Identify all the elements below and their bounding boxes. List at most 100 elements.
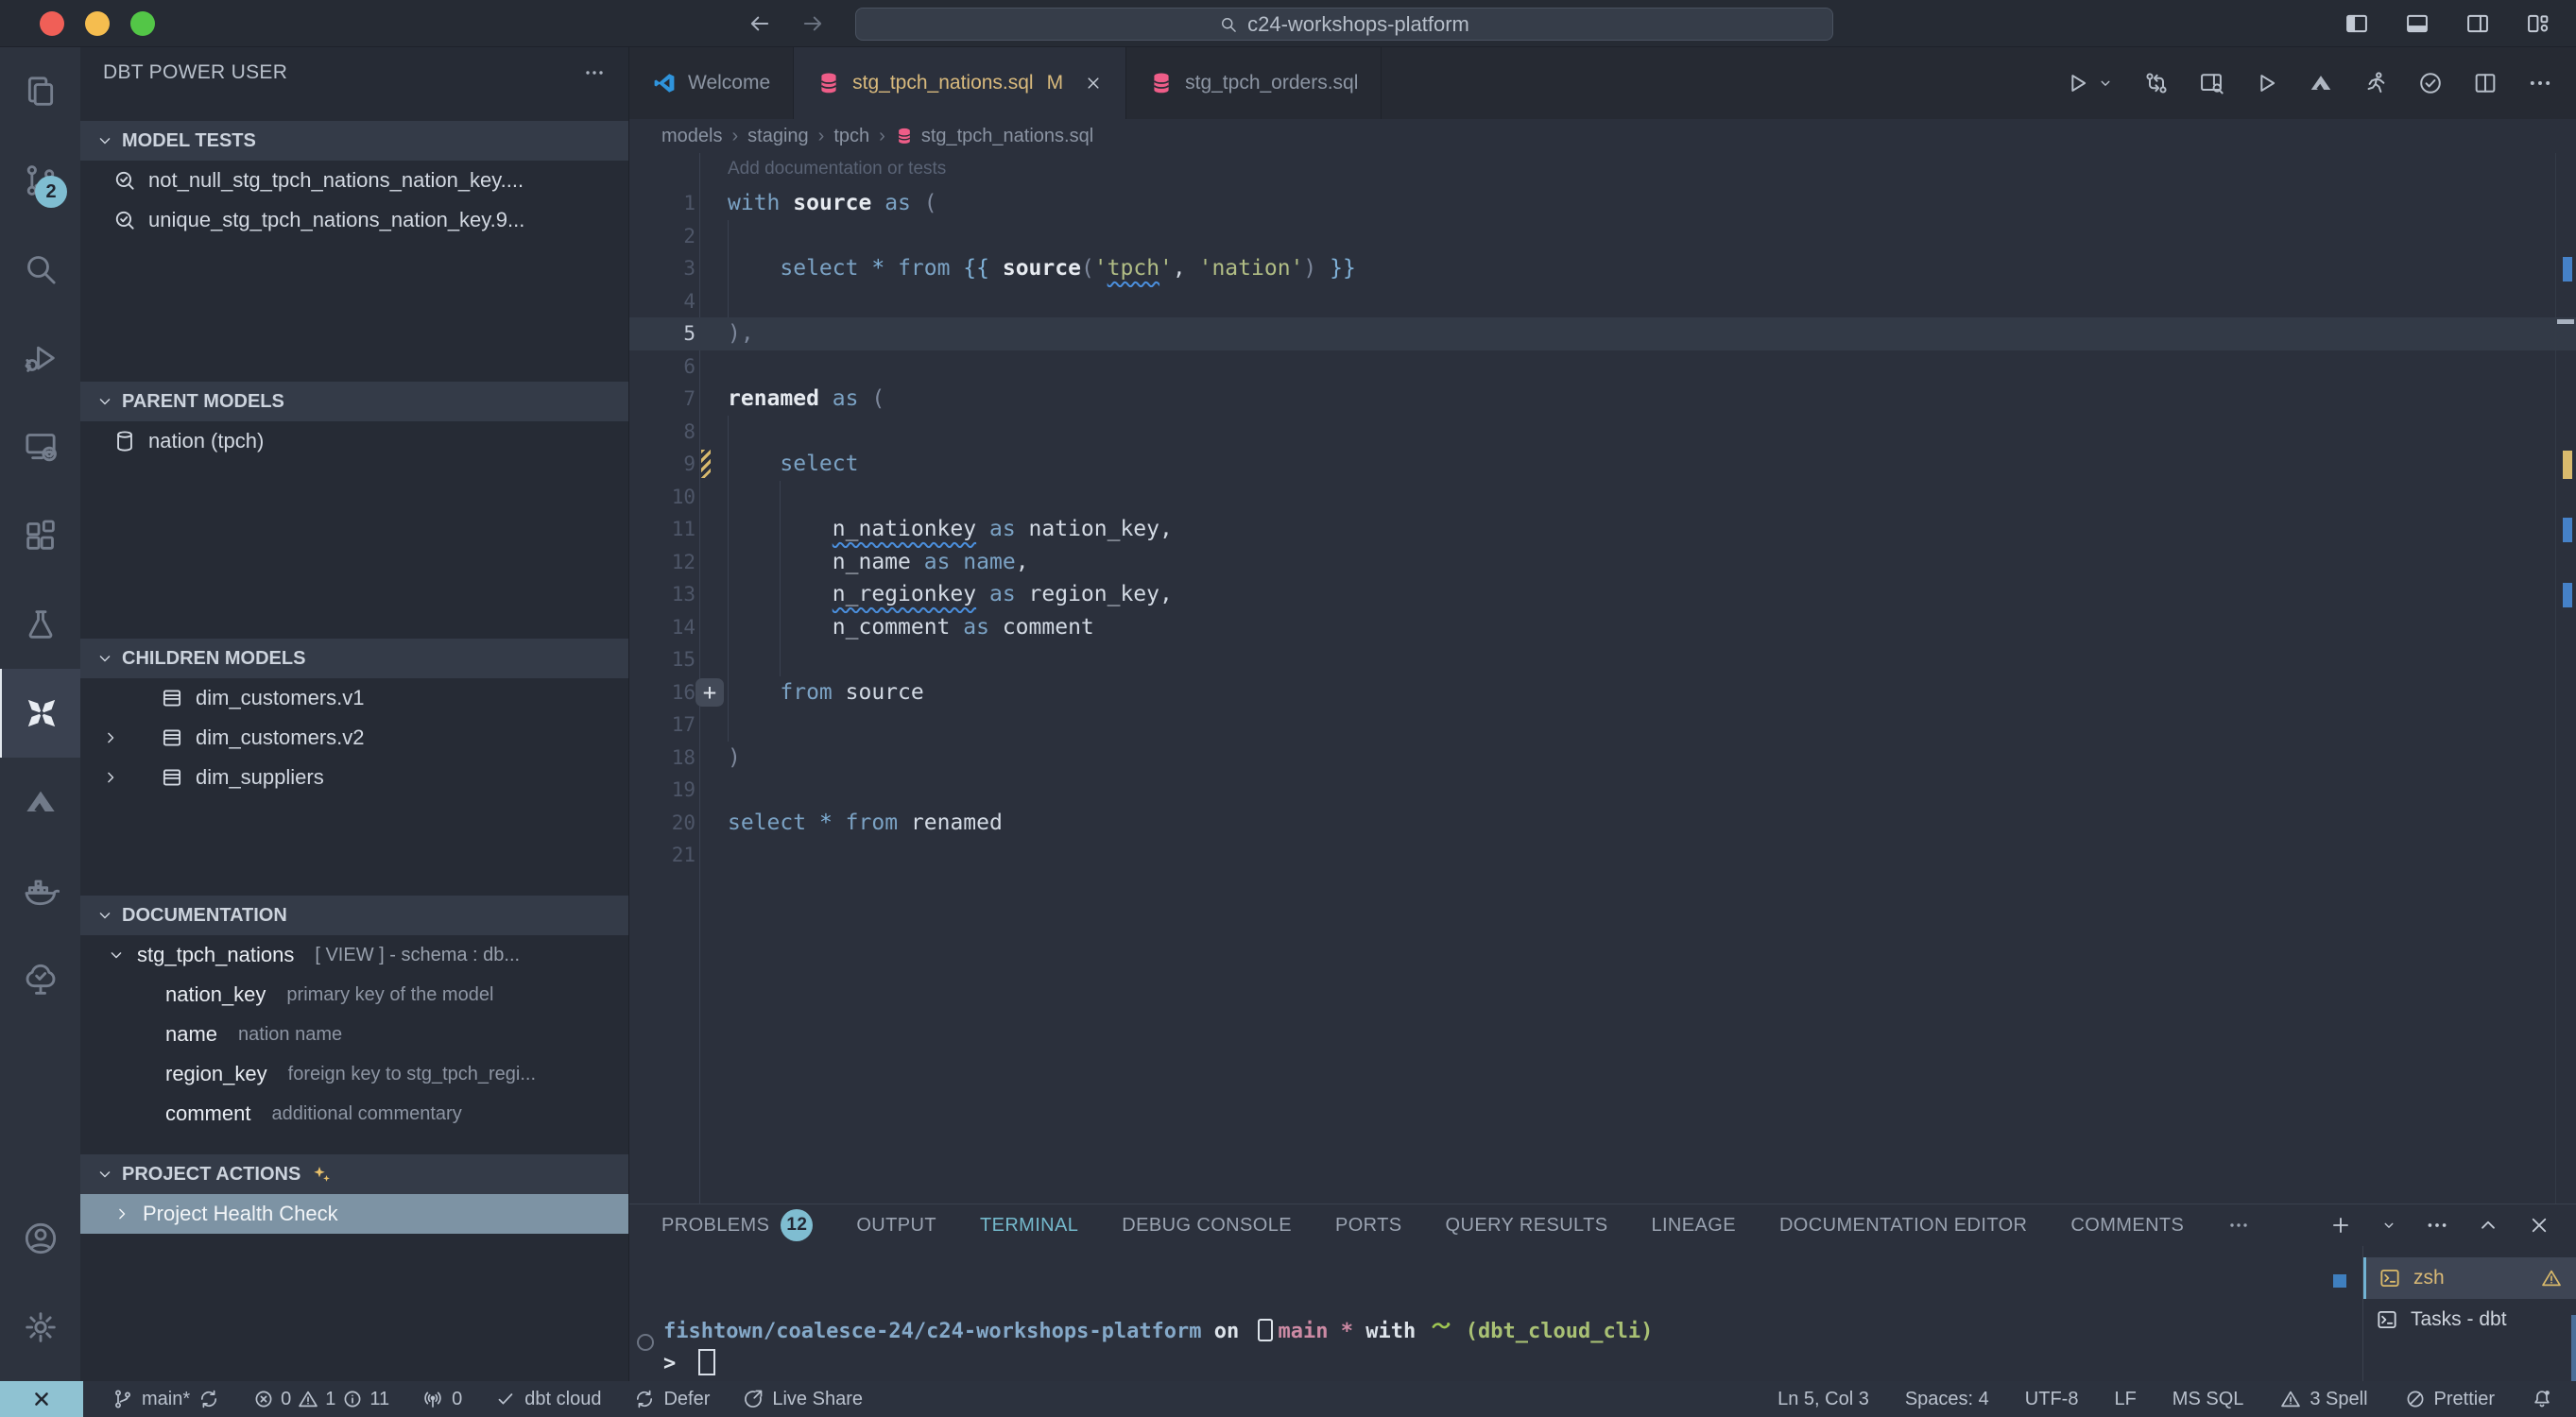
code-line-21[interactable]: 21 [629, 839, 2576, 872]
panel-more-actions-icon[interactable] [2425, 1213, 2449, 1238]
code-editor[interactable]: Add documentation or tests 1with source … [629, 153, 2576, 1204]
doc-model-row[interactable]: stg_tpch_nations[ VIEW ] - schema : db..… [80, 935, 628, 975]
code-line-19[interactable]: 19 [629, 774, 2576, 807]
activity-item-docker[interactable] [0, 846, 80, 935]
breadcrumb-item[interactable]: models [661, 126, 722, 147]
panel-scrollbar[interactable] [2571, 1315, 2576, 1381]
overview-ruler[interactable] [2555, 153, 2576, 1204]
activity-item-project-health[interactable] [0, 935, 80, 1024]
doc-column-row[interactable]: namenation name [80, 1015, 628, 1054]
tree-item[interactable]: dim_customers.v2 [80, 718, 628, 758]
statusbar-problems-summary[interactable]: 0111 [249, 1388, 393, 1410]
tree-item[interactable]: dim_suppliers [80, 758, 628, 797]
activity-item-remote-explorer[interactable] [0, 402, 80, 491]
panel-tab-comments[interactable]: COMMENTS [2070, 1215, 2184, 1237]
statusbar-prettier[interactable]: Prettier [2400, 1388, 2499, 1410]
activity-item-source-control[interactable]: 2 [0, 136, 80, 225]
breadcrumb-item[interactable]: stg_tpch_nations.sql [895, 126, 1093, 147]
split-editor-icon[interactable] [2472, 70, 2499, 96]
statusbar-language-mode[interactable]: MS SQL [2169, 1389, 2248, 1410]
tree-item[interactable]: unique_stg_tpch_nations_nation_key.9... [80, 200, 628, 240]
section-header-children_models[interactable]: CHILDREN MODELS [80, 639, 628, 678]
breadcrumb-item[interactable]: staging [747, 126, 809, 147]
tree-item[interactable]: dim_customers.v1 [80, 678, 628, 718]
activity-item-explorer[interactable] [0, 47, 80, 136]
toggle-secondary-sidebar-icon[interactable] [2464, 10, 2491, 37]
activity-item-testing[interactable] [0, 580, 80, 669]
minimize-window-button[interactable] [85, 11, 110, 36]
doc-column-row[interactable]: commentadditional commentary [80, 1094, 628, 1134]
doc-column-row[interactable]: nation_keyprimary key of the model [80, 975, 628, 1015]
statusbar-live-share[interactable]: Live Share [738, 1388, 867, 1410]
panel-tabs-overflow-icon[interactable] [2227, 1214, 2250, 1237]
activity-item-accounts[interactable] [0, 1194, 80, 1283]
statusbar-dbt-cloud[interactable]: dbt cloud [490, 1388, 605, 1410]
code-line-18[interactable]: 18) [629, 742, 2576, 775]
code-line-13[interactable]: 13 n_regionkey as region_key, [629, 578, 2576, 611]
panel-tab-debug-console[interactable]: DEBUG CONSOLE [1122, 1215, 1292, 1237]
code-line-3[interactable]: 3 select * from {{ source('tpch', 'natio… [629, 252, 2576, 285]
tree-item[interactable]: Project Health Check [80, 1194, 628, 1234]
close-panel-icon[interactable] [2527, 1213, 2551, 1238]
terminal-instance-zsh[interactable]: zsh [2363, 1257, 2576, 1299]
maximize-panel-icon[interactable] [2476, 1213, 2500, 1238]
code-line-8[interactable]: 8 [629, 416, 2576, 449]
navigate-forward-icon[interactable] [799, 10, 826, 37]
section-header-project_actions[interactable]: PROJECT ACTIONS [80, 1154, 628, 1194]
section-header-model_tests[interactable]: MODEL TESTS [80, 121, 628, 161]
new-terminal-icon[interactable] [2328, 1213, 2353, 1238]
activity-item-search[interactable] [0, 225, 80, 314]
code-line-4[interactable]: 4 [629, 285, 2576, 318]
toggle-primary-sidebar-icon[interactable] [2344, 10, 2370, 37]
code-line-20[interactable]: 20select * from renamed [629, 807, 2576, 840]
terminal-profile-dropdown-icon[interactable] [2379, 1216, 2398, 1235]
statusbar-encoding[interactable]: UTF-8 [2021, 1389, 2083, 1410]
code-line-14[interactable]: 14 n_comment as comment [629, 611, 2576, 644]
altimate-scan-icon[interactable] [2308, 70, 2334, 96]
terminal-input-line[interactable]: > [663, 1349, 715, 1375]
maximize-window-button[interactable] [130, 11, 155, 36]
close-window-button[interactable] [40, 11, 64, 36]
statusbar-notifications[interactable] [2527, 1388, 2557, 1410]
tab-stg-tpch-nations-sql[interactable]: stg_tpch_nations.sqlM [794, 47, 1126, 119]
activity-item-run-and-debug[interactable] [0, 314, 80, 402]
customize-layout-icon[interactable] [2525, 10, 2551, 37]
tab-close-icon[interactable] [1084, 74, 1103, 93]
panel-tab-lineage[interactable]: LINEAGE [1651, 1215, 1736, 1237]
section-header-documentation[interactable]: DOCUMENTATION [80, 896, 628, 935]
more-actions-icon[interactable] [2527, 70, 2553, 96]
sidebar-more-actions-icon[interactable] [583, 61, 606, 84]
git-compare-icon[interactable] [2143, 70, 2170, 96]
code-line-7[interactable]: 7renamed as ( [629, 383, 2576, 416]
code-line-17[interactable]: 17 [629, 708, 2576, 742]
statusbar-defer[interactable]: Defer [629, 1388, 713, 1410]
tree-item[interactable]: not_null_stg_tpch_nations_nation_key.... [80, 161, 628, 200]
tab-welcome[interactable]: Welcome [629, 47, 794, 119]
tree-item[interactable]: nation (tpch) [80, 421, 628, 461]
test-model-icon[interactable] [2417, 70, 2444, 96]
statusbar-indentation[interactable]: Spaces: 4 [1901, 1389, 1993, 1410]
code-line-10[interactable]: 10 [629, 481, 2576, 514]
run-query-icon[interactable] [2064, 70, 2090, 96]
activity-item-dbt-power-user[interactable] [0, 669, 80, 758]
breadcrumb-item[interactable]: tpch [833, 126, 869, 147]
command-center[interactable]: c24-workshops-platform [855, 8, 1833, 41]
run-model-icon[interactable] [2362, 70, 2389, 96]
statusbar-git-branch[interactable]: main* [108, 1388, 224, 1410]
tab-stg-tpch-orders-sql[interactable]: stg_tpch_orders.sql [1126, 47, 1382, 119]
activity-item-settings[interactable] [0, 1283, 80, 1372]
doc-column-row[interactable]: region_keyforeign key to stg_tpch_regi..… [80, 1054, 628, 1094]
code-line-12[interactable]: 12 n_name as name, [629, 546, 2576, 579]
panel-tab-documentation-editor[interactable]: DOCUMENTATION EDITOR [1779, 1215, 2027, 1237]
execute-model-icon[interactable] [2253, 70, 2279, 96]
add-test-gutter-button[interactable]: + [696, 678, 724, 707]
code-line-9[interactable]: 9 select [629, 448, 2576, 481]
code-line-16[interactable]: 16+ from source [629, 676, 2576, 709]
panel-tab-terminal[interactable]: TERMINAL [980, 1215, 1078, 1237]
open-query-preview-icon[interactable] [2198, 70, 2224, 96]
code-line-11[interactable]: 11 n_nationkey as nation_key, [629, 513, 2576, 546]
panel-tab-output[interactable]: OUTPUT [856, 1215, 936, 1237]
statusbar-forwarded-ports[interactable]: 0 [418, 1388, 466, 1410]
section-header-parent_models[interactable]: PARENT MODELS [80, 382, 628, 421]
codelens-action[interactable]: Add documentation or tests [728, 159, 946, 179]
